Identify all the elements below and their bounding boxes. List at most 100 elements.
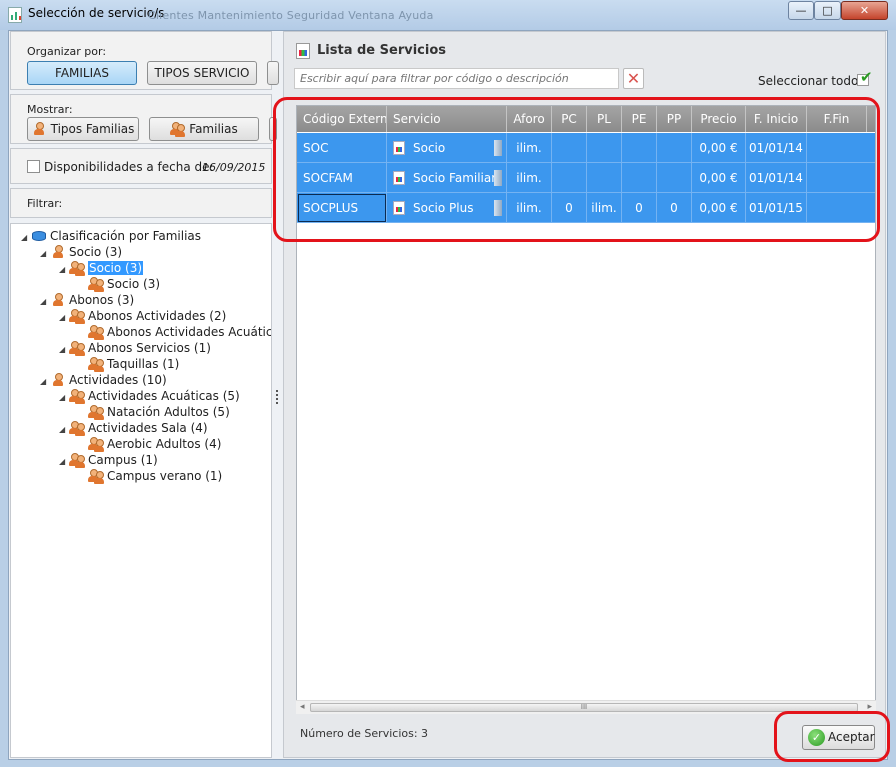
- show-label: Mostrar:: [27, 103, 73, 116]
- scroll-thumb[interactable]: III: [310, 703, 858, 712]
- pane-splitter[interactable]: [275, 388, 279, 408]
- tree-node-label: Socio (3): [107, 277, 161, 291]
- col-pc[interactable]: PC: [552, 106, 587, 132]
- collapse-arrow-icon[interactable]: ◢: [59, 342, 69, 358]
- col-codigo-externo[interactable]: Código Externo: [297, 106, 387, 132]
- cell-fecha-fin: [807, 133, 875, 163]
- tree-node-label: Actividades (10): [69, 373, 167, 387]
- close-button[interactable]: ✕: [841, 1, 888, 20]
- tree-node-abonos-servicios[interactable]: ◢ Abonos Servicios (1): [59, 340, 211, 356]
- family-icon: [69, 308, 85, 324]
- tree-node-label: Campus verano (1): [107, 469, 223, 483]
- person-icon: [50, 244, 66, 259]
- cell-fecha-fin: [807, 193, 875, 223]
- collapse-arrow-icon[interactable]: ◢: [21, 230, 31, 246]
- tree-node-label: Abonos Servicios (1): [88, 341, 211, 355]
- cell-pe: [622, 163, 657, 193]
- tree-node-natacion-adultos[interactable]: Natación Adultos (5): [88, 404, 230, 420]
- tree-node-label-selected: Socio (3): [88, 261, 144, 275]
- organize-more-button[interactable]: [267, 61, 279, 85]
- tree-node-abonos[interactable]: ◢ Abonos (3): [40, 292, 134, 308]
- organize-familias-button[interactable]: FAMILIAS: [27, 61, 137, 85]
- col-fecha-fin[interactable]: F.Fin: [807, 106, 867, 132]
- cell-aforo: ilim.: [507, 163, 552, 193]
- collapse-arrow-icon[interactable]: ◢: [59, 422, 69, 438]
- tree-node-root[interactable]: ◢ Clasificación por Familias: [21, 228, 201, 244]
- cell-servicio-label: Socio Plus: [413, 201, 474, 215]
- cell-fecha-inicio: 01/01/14: [746, 163, 807, 193]
- organize-tipos-servicio-button[interactable]: TIPOS SERVICIO: [147, 61, 257, 85]
- col-pe[interactable]: PE: [622, 106, 657, 132]
- cell-pp: [657, 133, 692, 163]
- tree-node-abonos-actividades[interactable]: ◢ Abonos Actividades (2): [59, 308, 226, 324]
- tree-node-label: Abonos Actividades Acuáticas: [107, 325, 272, 339]
- tree-node-socio-family[interactable]: ◢ Socio (3): [59, 260, 144, 278]
- tree-node-label: Clasificación por Familias: [50, 229, 202, 243]
- cell-fecha-fin: [807, 163, 875, 193]
- tree-node-label: Campus (1): [88, 453, 158, 467]
- check-circle-icon: ✓: [808, 729, 825, 746]
- col-servicio[interactable]: Servicio: [387, 106, 507, 132]
- person-icon: [50, 372, 66, 387]
- col-pp[interactable]: PP: [657, 106, 692, 132]
- show-more-button[interactable]: [269, 117, 277, 141]
- collapse-arrow-icon[interactable]: ◢: [59, 454, 69, 470]
- tree-node-actividades[interactable]: ◢ Actividades (10): [40, 372, 167, 388]
- collapse-arrow-icon[interactable]: ◢: [40, 374, 50, 390]
- tree-node-socio[interactable]: ◢ Socio (3): [40, 244, 122, 260]
- accept-button[interactable]: ✓ Aceptar: [802, 725, 875, 750]
- cell-pp: [657, 163, 692, 193]
- tree-node-aerobic-adultos[interactable]: Aerobic Adultos (4): [88, 436, 221, 452]
- cell-servicio: Socio: [387, 133, 507, 163]
- tree-node-abonos-acuaticas[interactable]: Abonos Actividades Acuáticas: [88, 324, 272, 340]
- family-icon: [88, 356, 104, 372]
- app-icon: [8, 7, 22, 23]
- title-bar: Selección de servicio/s Clientes Manteni…: [0, 0, 896, 30]
- tree-node-socio-leaf[interactable]: Socio (3): [88, 276, 160, 292]
- service-icon: [393, 141, 405, 155]
- maximize-button[interactable]: □: [814, 1, 841, 20]
- collapse-arrow-icon[interactable]: ◢: [59, 262, 69, 278]
- cell-servicio-label: Socio Familiar: [413, 171, 497, 185]
- col-fecha-inicio[interactable]: F. Inicio: [746, 106, 807, 132]
- tree-node-campus-verano[interactable]: Campus verano (1): [88, 468, 222, 484]
- list-icon: [296, 43, 310, 59]
- cell-pl: [587, 163, 622, 193]
- col-precio[interactable]: Precio: [692, 106, 746, 132]
- tree-node-label: Aerobic Adultos (4): [107, 437, 222, 451]
- service-count: Número de Servicios: 3: [300, 727, 429, 740]
- family-icon: [69, 420, 85, 436]
- tree-node-actividades-acuaticas[interactable]: ◢ Actividades Acuáticas (5): [59, 388, 240, 404]
- scroll-left-icon[interactable]: ◂: [300, 702, 305, 712]
- horizontal-scrollbar[interactable]: ◂ III ▸: [296, 700, 876, 714]
- table-row[interactable]: SOCFAM Socio Familiar ilim. 0,00 € 01/01…: [297, 163, 875, 193]
- scroll-right-icon[interactable]: ▸: [867, 702, 872, 712]
- col-aforo[interactable]: Aforo: [507, 106, 552, 132]
- col-pl[interactable]: PL: [587, 106, 622, 132]
- select-all-icon[interactable]: ✔: [857, 68, 875, 87]
- clear-filter-icon[interactable]: ✕: [623, 68, 644, 89]
- show-tipos-familias-button[interactable]: Tipos Familias: [27, 117, 139, 141]
- select-all-label[interactable]: Seleccionar todos: [758, 74, 865, 88]
- service-icon: [393, 201, 405, 215]
- service-color-bar: [494, 140, 502, 156]
- collapse-arrow-icon[interactable]: ◢: [40, 246, 50, 262]
- cell-precio: 0,00 €: [692, 163, 746, 193]
- family-icon: [69, 452, 85, 468]
- table-row[interactable]: SOCPLUS Socio Plus ilim. 0 ilim. 0 0 0,0…: [297, 193, 875, 223]
- show-familias-label: Familias: [189, 122, 238, 136]
- tree-node-actividades-sala[interactable]: ◢ Actividades Sala (4): [59, 420, 208, 436]
- collapse-arrow-icon[interactable]: ◢: [59, 310, 69, 326]
- tree-node-taquillas[interactable]: Taquillas (1): [88, 356, 179, 372]
- tree-node-campus[interactable]: ◢ Campus (1): [59, 452, 158, 468]
- tree-node-label: Actividades Sala (4): [88, 421, 208, 435]
- organize-label: Organizar por:: [27, 45, 107, 58]
- availability-checkbox[interactable]: [27, 160, 40, 173]
- availability-date[interactable]: 16/09/2015: [202, 161, 265, 174]
- minimize-button[interactable]: —: [788, 1, 814, 20]
- table-row[interactable]: SOC Socio ilim. 0,00 € 01/01/14: [297, 133, 875, 163]
- service-filter-input[interactable]: [294, 68, 619, 89]
- collapse-arrow-icon[interactable]: ◢: [40, 294, 50, 310]
- collapse-arrow-icon[interactable]: ◢: [59, 390, 69, 406]
- show-familias-button[interactable]: Familias: [149, 117, 259, 141]
